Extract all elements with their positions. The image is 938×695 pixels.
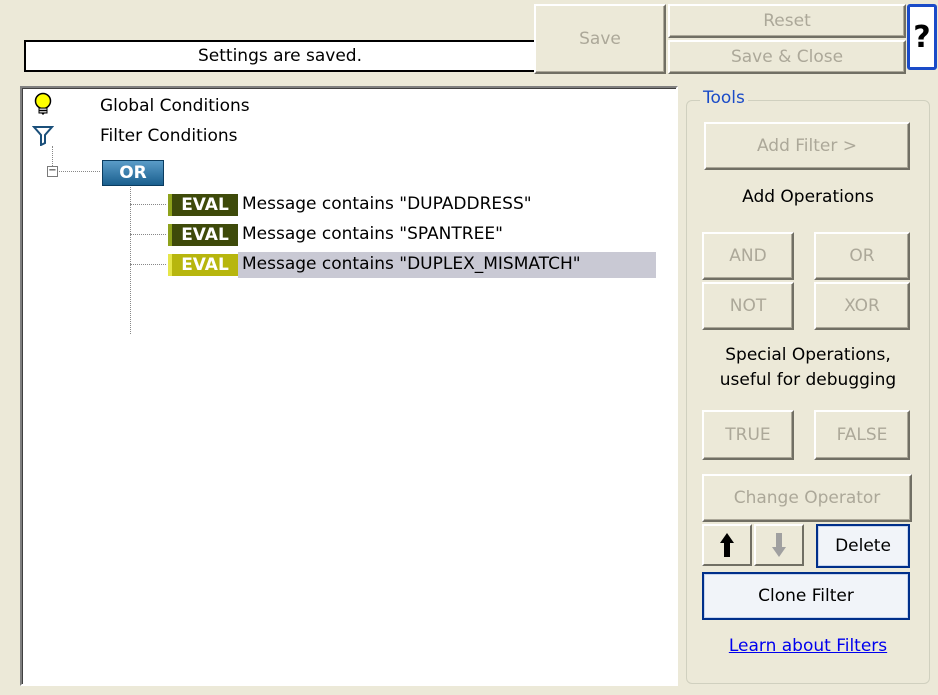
condition-item[interactable]: Message contains "DUPADDRESS" — [242, 194, 532, 214]
special-operations-caption-2: useful for debugging — [719, 370, 897, 390]
condition-item-selected[interactable]: Message contains "DUPLEX_MISMATCH" — [242, 254, 581, 274]
funnel-icon — [32, 126, 54, 146]
eval-tag-label: EVAL — [181, 225, 229, 245]
eval-tag-label: EVAL — [181, 255, 229, 275]
status-text: Settings are saved. — [197, 46, 362, 66]
false-button[interactable]: FALSE — [814, 410, 910, 460]
eval-tag: EVAL — [168, 194, 238, 216]
reset-button-label: Reset — [763, 11, 811, 31]
help-icon: ? — [913, 19, 931, 55]
add-filter-button[interactable]: Add Filter > — [704, 122, 910, 170]
and-label: AND — [729, 246, 767, 266]
save-button-label: Save — [579, 29, 621, 49]
clone-filter-label: Clone Filter — [758, 586, 854, 606]
true-button[interactable]: TRUE — [702, 410, 794, 460]
help-button[interactable]: ? — [907, 4, 937, 70]
save-button[interactable]: Save — [534, 4, 666, 74]
tools-title: Tools — [700, 88, 748, 108]
add-filter-label: Add Filter > — [756, 136, 858, 156]
not-button[interactable]: NOT — [702, 282, 794, 330]
move-down-button[interactable] — [754, 524, 804, 566]
arrow-down-icon — [772, 533, 786, 557]
collapse-icon: − — [48, 165, 57, 176]
or-button[interactable]: OR — [814, 232, 910, 280]
eval-tag-label: EVAL — [181, 195, 229, 215]
move-up-button[interactable] — [702, 524, 752, 566]
learn-about-filters-link[interactable]: Learn about Filters — [686, 636, 930, 656]
delete-label: Delete — [835, 536, 891, 556]
false-label: FALSE — [836, 425, 888, 445]
delete-button[interactable]: Delete — [816, 524, 910, 568]
add-operations-caption: Add Operations — [742, 187, 874, 207]
save-close-button[interactable]: Save & Close — [668, 40, 906, 74]
or-operator-label: OR — [119, 163, 147, 183]
arrow-up-icon — [720, 533, 734, 557]
xor-label: XOR — [844, 296, 880, 316]
not-label: NOT — [729, 296, 767, 316]
collapse-toggle[interactable]: − — [47, 166, 58, 177]
eval-tag: EVAL — [168, 224, 238, 246]
or-label: OR — [849, 246, 875, 266]
status-bar: Settings are saved. — [24, 40, 536, 72]
save-close-button-label: Save & Close — [730, 47, 844, 67]
eval-tag: EVAL — [168, 254, 238, 276]
condition-item[interactable]: Message contains "SPANTREE" — [242, 224, 503, 244]
global-conditions-label[interactable]: Global Conditions — [100, 96, 250, 116]
xor-button[interactable]: XOR — [814, 282, 910, 330]
change-operator-button[interactable]: Change Operator — [702, 474, 912, 522]
true-label: TRUE — [725, 425, 771, 445]
filter-tree[interactable]: Global Conditions Filter Conditions − OR… — [20, 86, 678, 686]
or-operator-node[interactable]: OR — [102, 160, 164, 186]
filter-conditions-label[interactable]: Filter Conditions — [100, 126, 238, 146]
and-button[interactable]: AND — [702, 232, 794, 280]
change-operator-label: Change Operator — [733, 488, 881, 508]
special-operations-caption: Special Operations, — [725, 345, 891, 365]
clone-filter-button[interactable]: Clone Filter — [702, 572, 910, 620]
lightbulb-icon — [34, 92, 52, 115]
reset-button[interactable]: Reset — [668, 4, 906, 38]
